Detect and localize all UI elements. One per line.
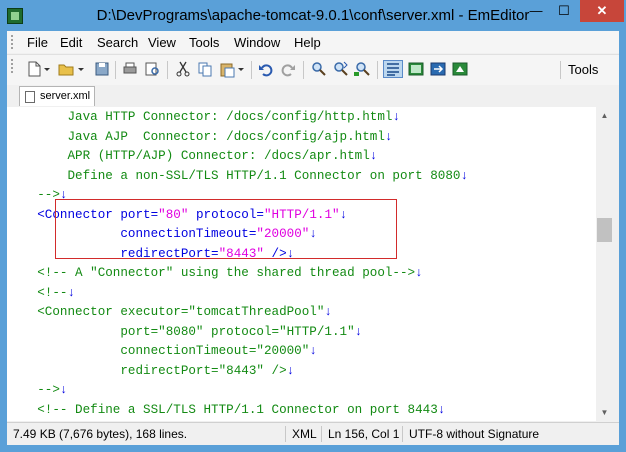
line-break-marker: ↓	[59, 383, 68, 397]
code-line[interactable]: APR (HTTP/AJP) Connector: /docs/apr.html…	[7, 146, 377, 166]
print-icon[interactable]	[121, 60, 139, 78]
code-line[interactable]: Define a non-SSL/TLS HTTP/1.1 Connector …	[7, 166, 468, 186]
menu-search[interactable]: Search	[97, 35, 138, 50]
undo-icon[interactable]	[257, 60, 275, 78]
menu-help[interactable]: Help	[294, 35, 321, 50]
code-token: Java AJP Connector: /docs/config/ajp.htm…	[7, 129, 385, 144]
menu-edit[interactable]: Edit	[60, 35, 82, 50]
paste-dropdown-icon[interactable]	[237, 60, 246, 78]
line-break-marker: ↓	[415, 266, 423, 280]
cut-icon[interactable]	[174, 60, 192, 78]
code-token: redirectPort="8443" />	[7, 363, 287, 378]
print-preview-icon[interactable]	[143, 60, 161, 78]
toggle-icon-3[interactable]	[451, 60, 469, 78]
line-break-marker: ↓	[392, 110, 400, 124]
line-break-marker: ↓	[309, 344, 317, 358]
toolbar-separator	[377, 61, 378, 79]
menubar-grip[interactable]	[11, 35, 16, 49]
line-break-marker: ↓	[286, 363, 295, 378]
menu-bar: File Edit Search View Tools Window Help	[7, 31, 619, 53]
code-token: <Connector executor="tomcatThreadPool"	[7, 305, 325, 319]
code-line[interactable]: -->↓	[7, 380, 67, 400]
maximize-button[interactable]: ☐	[550, 0, 578, 22]
status-mode[interactable]: XML	[292, 427, 317, 441]
toggle-icon-1[interactable]	[407, 60, 425, 78]
menu-window[interactable]: Window	[234, 35, 280, 50]
menu-view[interactable]: View	[148, 35, 176, 50]
code-token: -->	[7, 188, 60, 202]
toolbar-separator	[560, 61, 561, 79]
copy-icon[interactable]	[196, 60, 214, 78]
vertical-scrollbar[interactable]: ▲ ▼	[596, 107, 613, 421]
code-line[interactable]: <Connector executor="tomcatThreadPool"↓	[7, 302, 332, 322]
status-separator	[402, 426, 403, 442]
line-break-marker: ↓	[437, 402, 446, 417]
close-button[interactable]: ✕	[580, 0, 624, 22]
tab-label: server.xml	[40, 90, 91, 102]
file-icon	[25, 91, 35, 103]
status-bar: 7.49 KB (7,676 bytes), 168 lines. XML Ln…	[7, 422, 619, 445]
replace-icon[interactable]	[353, 60, 371, 78]
code-line[interactable]: Java AJP Connector: /docs/config/ajp.htm…	[7, 127, 392, 147]
status-separator	[285, 426, 286, 442]
tab-bar: server.xml	[7, 85, 619, 107]
title-bar[interactable]: D:\DevPrograms\apache-tomcat-9.0.1\conf\…	[0, 0, 626, 32]
line-break-marker: ↓	[384, 129, 393, 144]
line-break-marker: ↓	[354, 324, 363, 339]
code-line[interactable]: <!--↓	[7, 283, 75, 303]
tools-toolbar-label[interactable]: Tools	[568, 62, 598, 77]
code-line[interactable]: <!-- Define a SSL/TLS HTTP/1.1 Connector…	[7, 400, 445, 420]
code-token: Java HTTP Connector: /docs/config/http.h…	[7, 110, 393, 124]
code-line[interactable]: redirectPort="8443" />↓	[7, 361, 294, 381]
paste-icon[interactable]	[218, 60, 236, 78]
status-position[interactable]: Ln 156, Col 1	[328, 427, 399, 441]
scroll-down-icon[interactable]: ▼	[596, 404, 613, 421]
code-token: connectionTimeout="20000"	[7, 344, 310, 358]
menu-tools[interactable]: Tools	[189, 35, 219, 50]
code-editor[interactable]: Java HTTP Connector: /docs/config/http.h…	[7, 107, 596, 421]
word-wrap-icon[interactable]	[383, 60, 403, 78]
code-token: APR (HTTP/AJP) Connector: /docs/apr.html	[7, 149, 370, 163]
code-token: <!--	[7, 285, 68, 300]
highlight-box	[55, 199, 397, 259]
toolbar-separator	[115, 61, 116, 79]
scroll-up-icon[interactable]: ▲	[596, 107, 613, 124]
code-token: <!-- A "Connector" using the shared thre…	[7, 266, 416, 280]
minimize-button[interactable]: —	[522, 0, 550, 22]
code-token: -->	[7, 383, 60, 397]
tab-server-xml[interactable]: server.xml	[19, 86, 95, 106]
toolbar: Tools	[7, 54, 619, 85]
code-token: port="8080" protocol="HTTP/1.1"	[7, 324, 355, 339]
toolbar-grip[interactable]	[11, 59, 16, 73]
find-icon[interactable]	[309, 60, 327, 78]
line-break-marker: ↓	[67, 285, 76, 300]
menu-file[interactable]: File	[27, 35, 48, 50]
line-break-marker: ↓	[460, 168, 469, 183]
open-folder-icon[interactable]	[57, 60, 75, 78]
status-encoding[interactable]: UTF-8 without Signature	[409, 427, 539, 441]
code-line[interactable]: connectionTimeout="20000"↓	[7, 341, 317, 361]
save-icon[interactable]	[93, 60, 111, 78]
toolbar-separator	[303, 61, 304, 79]
line-break-marker: ↓	[369, 149, 378, 163]
app-window: D:\DevPrograms\apache-tomcat-9.0.1\conf\…	[0, 0, 626, 452]
new-file-icon[interactable]	[25, 60, 43, 78]
code-token: <!-- Define a SSL/TLS HTTP/1.1 Connector…	[7, 402, 438, 417]
code-token: Define a non-SSL/TLS HTTP/1.1 Connector …	[7, 168, 461, 183]
redo-icon[interactable]	[279, 60, 297, 78]
line-break-marker: ↓	[324, 305, 332, 319]
find-next-icon[interactable]	[331, 60, 349, 78]
new-dropdown-icon[interactable]	[43, 60, 52, 78]
status-separator	[321, 426, 322, 442]
toolbar-separator	[167, 61, 168, 79]
code-line[interactable]: <!-- A "Connector" using the shared thre…	[7, 263, 423, 283]
toolbar-separator	[251, 61, 252, 79]
status-file-info: 7.49 KB (7,676 bytes), 168 lines.	[13, 427, 188, 441]
code-line[interactable]: Java HTTP Connector: /docs/config/http.h…	[7, 107, 400, 127]
code-line[interactable]: port="8080" protocol="HTTP/1.1"↓	[7, 322, 362, 342]
toggle-icon-2[interactable]	[429, 60, 447, 78]
open-dropdown-icon[interactable]	[77, 60, 86, 78]
scroll-thumb[interactable]	[597, 218, 612, 242]
